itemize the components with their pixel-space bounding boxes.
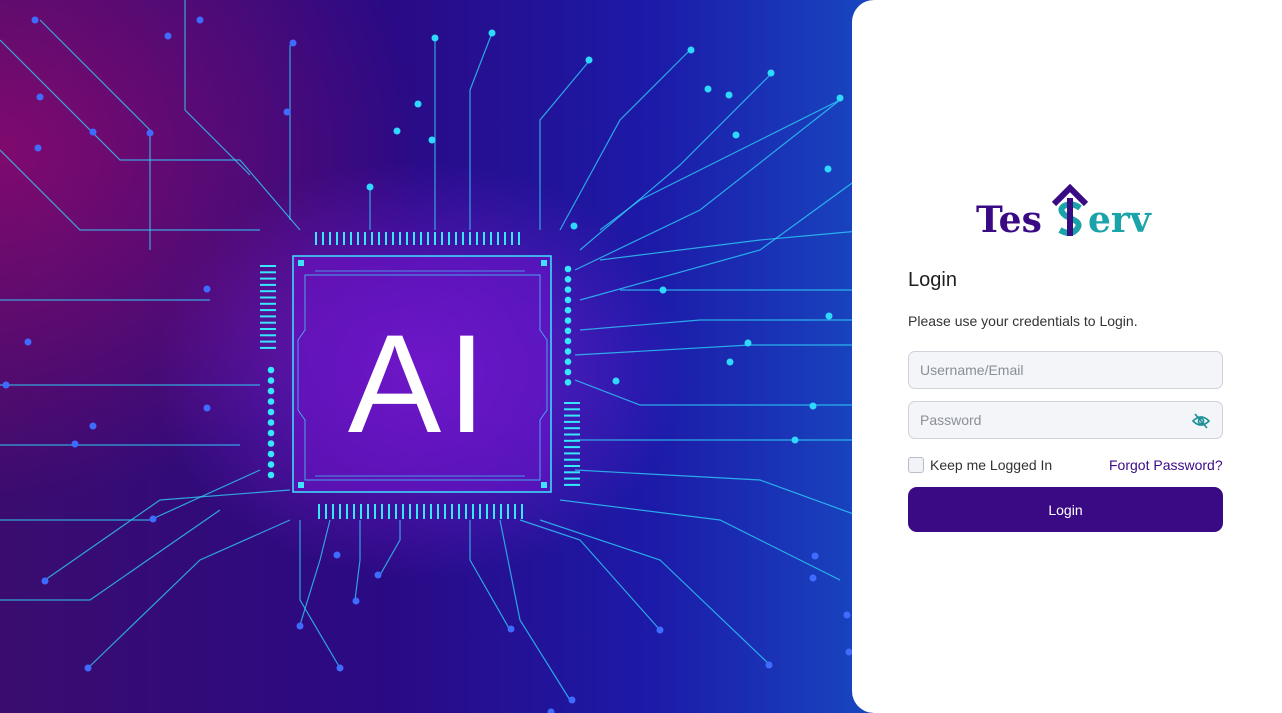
forgot-password-link[interactable]: Forgot Password? [1109, 457, 1223, 473]
password-field[interactable] [908, 401, 1223, 439]
eye-slash-icon[interactable] [1192, 413, 1210, 429]
keep-logged-in-label[interactable]: Keep me Logged In [930, 457, 1052, 473]
svg-text:erv: erv [1088, 199, 1152, 240]
username-field[interactable] [908, 351, 1223, 389]
brand-logo: Tes erv [976, 183, 1152, 240]
chip-label: AI [348, 305, 492, 462]
hero-image: AI [0, 0, 870, 713]
keep-logged-in-checkbox[interactable] [908, 457, 924, 473]
password-input[interactable] [909, 402, 1180, 438]
circuit-illustration: AI [0, 0, 870, 713]
keep-logged-in[interactable]: Keep me Logged In [908, 457, 1052, 473]
login-subtitle: Please use your credentials to Login. [908, 313, 1138, 329]
svg-text:Tes: Tes [976, 199, 1042, 240]
login-title: Login [908, 269, 957, 291]
login-panel: Tes erv Login Please use your credential… [852, 0, 1282, 713]
login-button[interactable]: Login [908, 487, 1223, 532]
username-input[interactable] [909, 352, 1180, 388]
